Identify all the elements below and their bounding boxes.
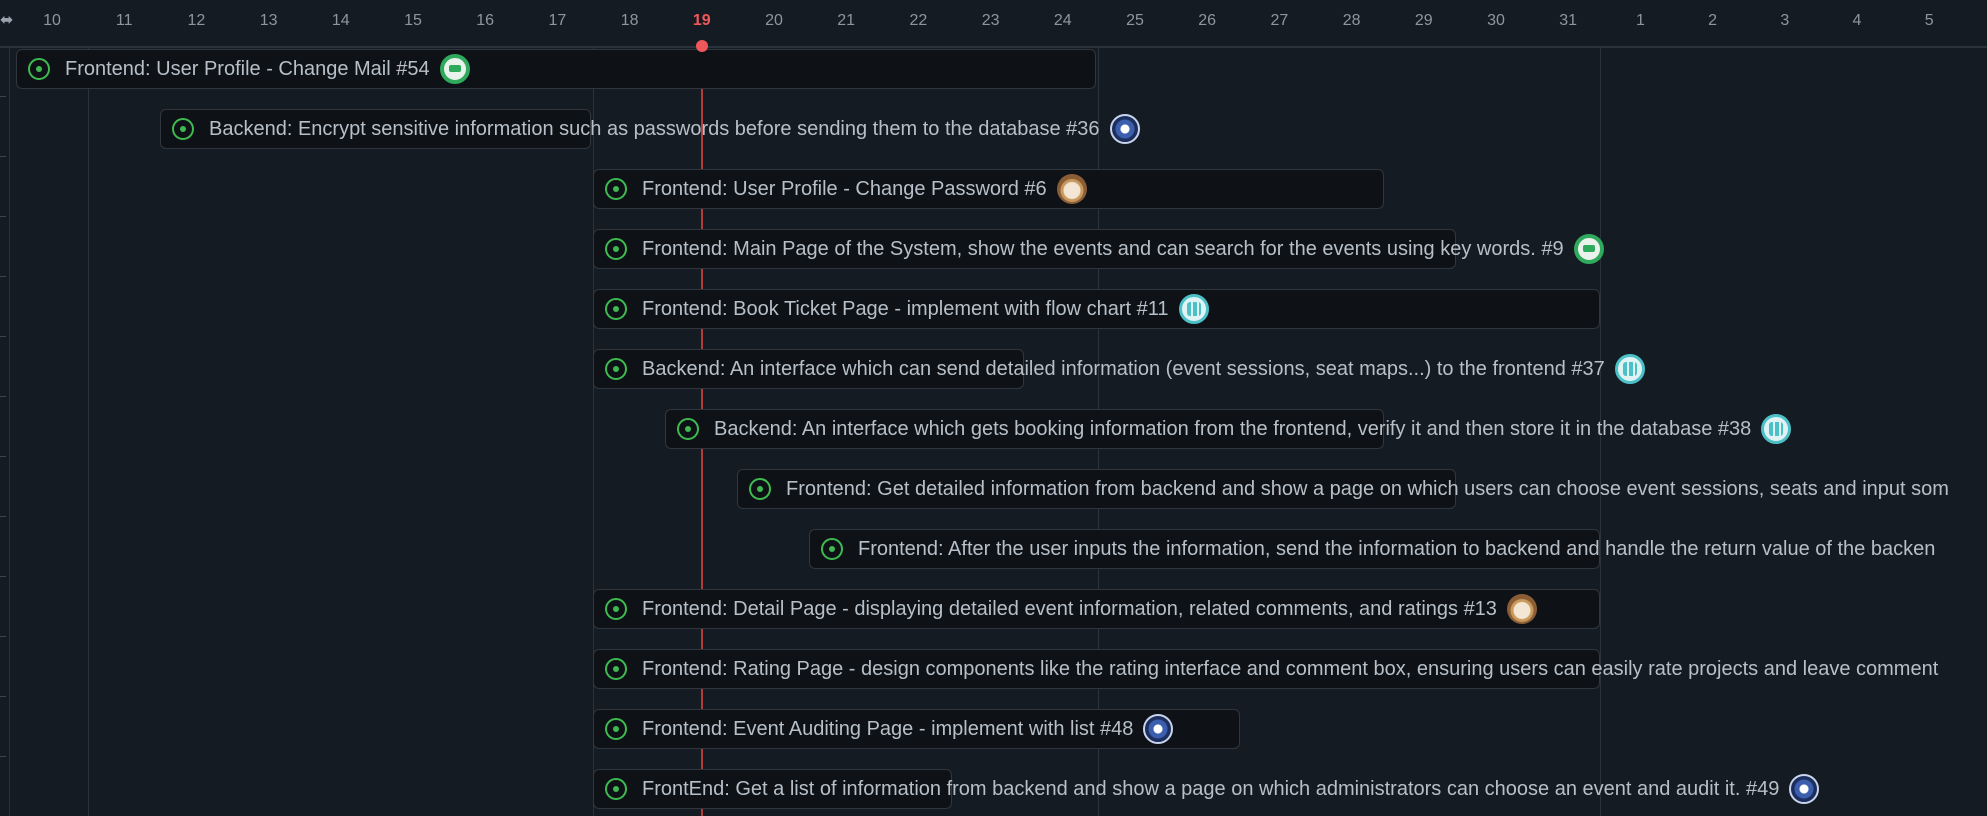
day-label-29: 29 [1414, 12, 1433, 29]
day-label-1: 1 [1635, 12, 1645, 29]
timeline-item[interactable]: Frontend: Rating Page - design component… [605, 649, 1938, 689]
assignee-avatar[interactable] [439, 54, 470, 84]
day-label-26: 26 [1198, 12, 1217, 29]
timeline-item[interactable]: FrontEnd: Get a list of information from… [605, 769, 1820, 809]
assignee-avatar[interactable] [1789, 774, 1820, 804]
issue-open-icon [605, 178, 627, 200]
assignee-avatar[interactable] [1573, 234, 1604, 264]
timeline-item[interactable]: Frontend: Event Auditing Page - implemen… [605, 709, 1174, 749]
gutter-tick [0, 276, 6, 277]
assignee-avatar[interactable] [1178, 294, 1209, 324]
timeline-item[interactable]: Frontend: Main Page of the System, show … [605, 229, 1604, 269]
day-label-28: 28 [1342, 12, 1361, 29]
item-title[interactable]: Frontend: Event Auditing Page - implemen… [642, 718, 1133, 741]
timeline-item[interactable]: Backend: Encrypt sensitive information s… [172, 109, 1140, 149]
day-label-3: 3 [1780, 12, 1790, 29]
assignee-avatar[interactable] [1761, 414, 1792, 444]
day-label-22: 22 [909, 12, 928, 29]
timeline-item[interactable]: Backend: An interface which gets booking… [677, 409, 1792, 449]
item-title[interactable]: Frontend: User Profile - Change Mail #54 [65, 58, 430, 81]
issue-open-icon [605, 358, 627, 380]
day-label-21: 21 [837, 12, 856, 29]
gutter-tick [0, 96, 6, 97]
today-marker-dot [695, 40, 708, 52]
gutter-tick [0, 636, 6, 637]
issue-open-icon [605, 298, 627, 320]
day-label-24: 24 [1053, 12, 1072, 29]
day-label-10: 10 [43, 12, 61, 29]
day-label-23: 23 [981, 12, 1000, 29]
item-title[interactable]: FrontEnd: Get a list of information from… [642, 778, 1779, 801]
item-title[interactable]: Frontend: Rating Page - design component… [642, 658, 1938, 681]
timeline-header: ⬌ 10 11 12 13 14 15 16 17 18 19 20 21 22 23 24 25 26 27 28… [0, 0, 1987, 48]
item-title[interactable]: Frontend: User Profile - Change Password… [642, 178, 1047, 201]
gutter-tick [0, 576, 6, 577]
item-title[interactable]: Frontend: Book Ticket Page - implement w… [642, 298, 1169, 321]
day-label-25: 25 [1126, 12, 1144, 29]
week-separator [88, 46, 89, 816]
issue-open-icon [605, 598, 627, 620]
row-gutter [0, 46, 10, 816]
day-label-20: 20 [765, 12, 783, 29]
assignee-avatar[interactable] [1614, 354, 1645, 384]
gutter-tick [0, 456, 6, 457]
day-label-27: 27 [1270, 12, 1289, 29]
day-label-12: 12 [187, 12, 206, 29]
gutter-tick [0, 396, 6, 397]
item-title[interactable]: Backend: An interface which gets booking… [714, 418, 1751, 441]
timeline-item[interactable]: Backend: An interface which can send det… [605, 349, 1645, 389]
day-label-14: 14 [331, 12, 350, 29]
issue-open-icon [605, 658, 627, 680]
timeline-item[interactable]: Frontend: Detail Page - displaying detai… [605, 589, 1537, 629]
issue-open-icon [605, 778, 627, 800]
day-label-2: 2 [1708, 12, 1718, 29]
timeline-item[interactable]: Frontend: After the user inputs the info… [821, 529, 1935, 569]
item-title[interactable]: Backend: An interface which can send det… [642, 358, 1605, 381]
item-title[interactable]: Frontend: Main Page of the System, show … [642, 238, 1564, 261]
day-label-19: 19 [692, 12, 711, 29]
assignee-avatar[interactable] [1143, 714, 1174, 744]
day-label-16: 16 [476, 12, 495, 29]
timeline-item[interactable]: Frontend: Get detailed information from … [749, 469, 1949, 509]
timeline-item[interactable]: Frontend: Book Ticket Page - implement w… [605, 289, 1209, 329]
day-label-13: 13 [259, 12, 278, 29]
issue-open-icon [28, 58, 50, 80]
day-label-31: 31 [1559, 12, 1578, 29]
issue-open-icon [605, 718, 627, 740]
assignee-avatar[interactable] [1109, 114, 1140, 144]
gutter-tick [0, 216, 6, 217]
timeline-item[interactable]: Frontend: User Profile - Change Mail #54 [28, 49, 470, 89]
issue-open-icon [605, 238, 627, 260]
week-separator [593, 46, 594, 816]
day-label-17: 17 [548, 12, 567, 29]
gutter-tick [0, 516, 6, 517]
day-label-15: 15 [404, 12, 422, 29]
issue-open-icon [172, 118, 194, 140]
issue-open-icon [821, 538, 843, 560]
roadmap-timeline: ⬌ 10 11 12 13 14 15 16 17 18 19 20 21 22 23 24 25 26 27 28… [0, 0, 1987, 816]
item-title[interactable]: Frontend: After the user inputs the info… [858, 538, 1935, 561]
day-label-11: 11 [115, 12, 133, 29]
gutter-tick [0, 756, 6, 757]
resize-handle-icon[interactable]: ⬌ [0, 13, 13, 29]
assignee-avatar[interactable] [1506, 594, 1537, 624]
timeline-item[interactable]: Frontend: User Profile - Change Password… [605, 169, 1087, 209]
day-label-18: 18 [620, 12, 639, 29]
day-label-4: 4 [1852, 12, 1862, 29]
item-title[interactable]: Frontend: Detail Page - displaying detai… [642, 598, 1497, 621]
item-title[interactable]: Frontend: Get detailed information from … [786, 478, 1949, 501]
day-label-30: 30 [1487, 12, 1505, 29]
issue-open-icon [749, 478, 771, 500]
gutter-tick [0, 696, 6, 697]
item-title[interactable]: Backend: Encrypt sensitive information s… [209, 118, 1100, 141]
gutter-tick [0, 336, 6, 337]
issue-open-icon [677, 418, 699, 440]
gutter-tick [0, 156, 6, 157]
assignee-avatar[interactable] [1056, 174, 1087, 204]
day-label-5: 5 [1924, 12, 1934, 29]
